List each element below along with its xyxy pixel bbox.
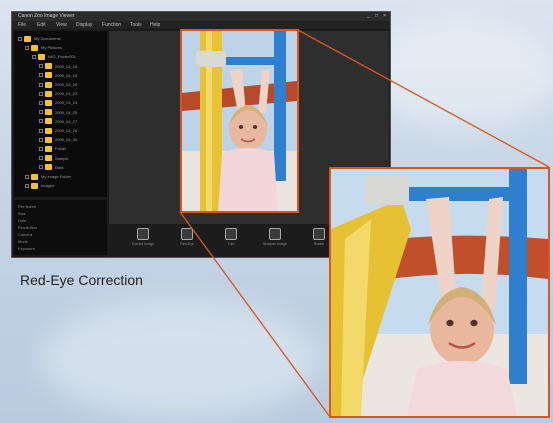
feature-caption: Red-Eye Correction <box>20 272 143 288</box>
zoomed-photo <box>329 167 550 418</box>
